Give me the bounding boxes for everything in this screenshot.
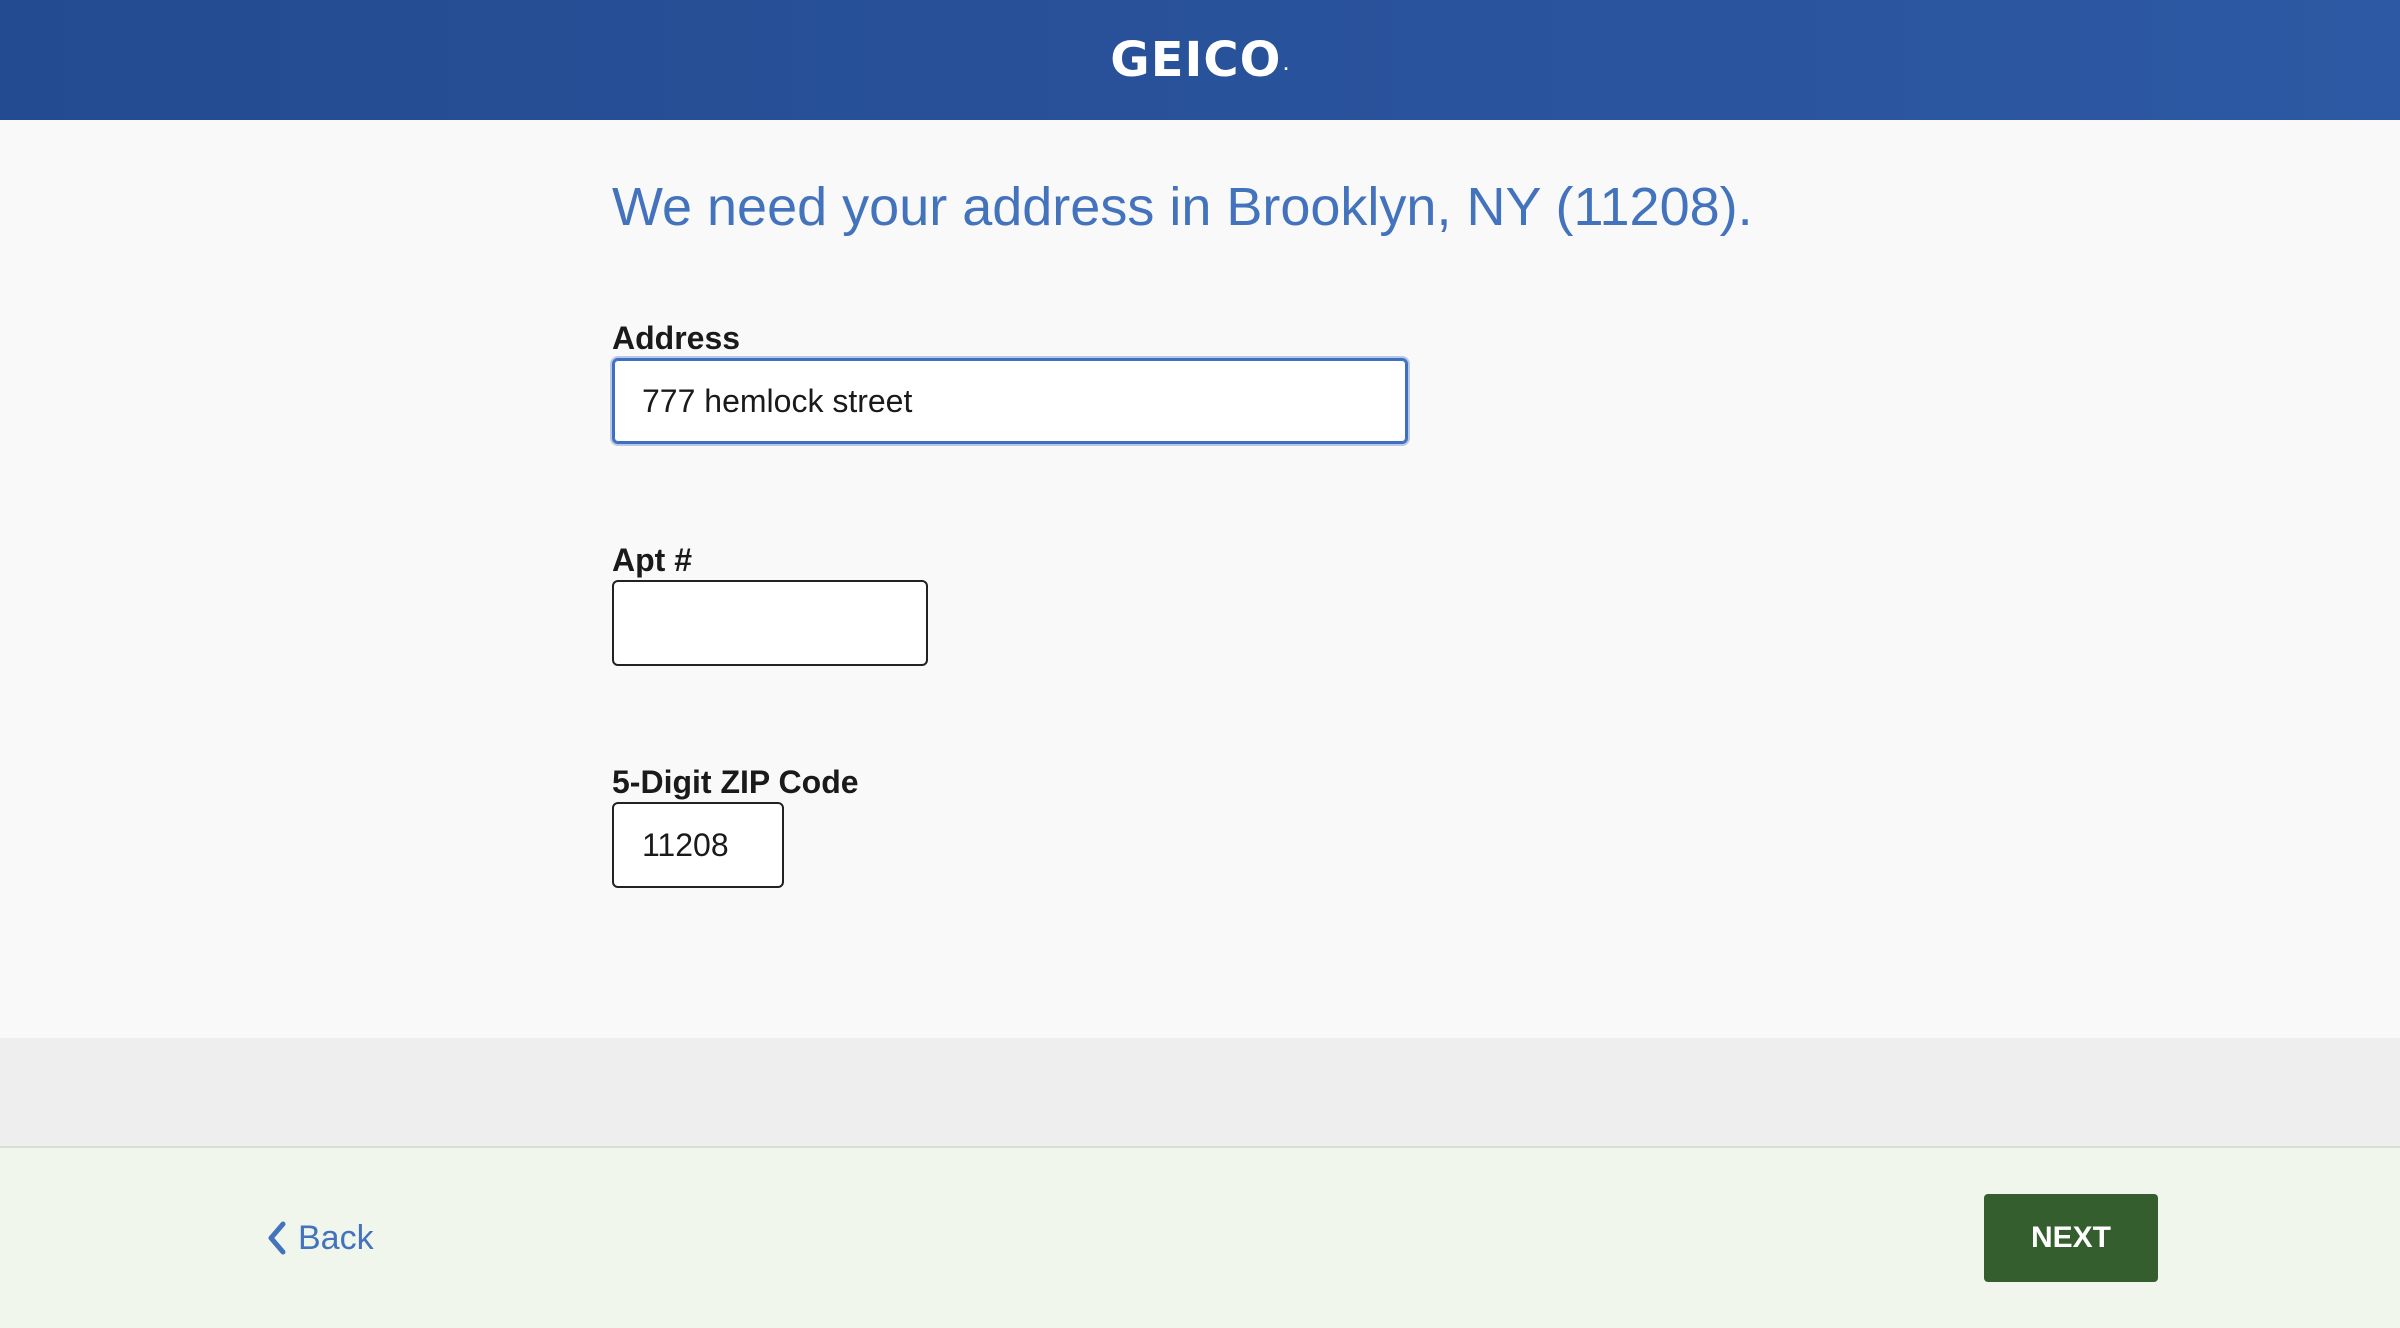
footer-nav: Back NEXT xyxy=(0,1148,2400,1328)
back-label: Back xyxy=(298,1218,374,1257)
zip-input[interactable] xyxy=(612,802,784,888)
zip-field-group: 5-Digit ZIP Code xyxy=(612,766,859,798)
page-title: We need your address in Brooklyn, NY (11… xyxy=(612,177,1753,237)
content-divider-band xyxy=(0,1038,2400,1148)
logo-wordmark: GEICO xyxy=(1110,32,1282,88)
address-form: We need your address in Brooklyn, NY (11… xyxy=(612,177,1912,888)
geico-logo[interactable]: GEICO. xyxy=(0,0,2400,120)
next-button[interactable]: NEXT xyxy=(1984,1194,2158,1282)
chevron-left-icon xyxy=(268,1221,286,1255)
zip-label: 5-Digit ZIP Code xyxy=(612,764,859,800)
header-bar: GEICO. xyxy=(0,0,2400,120)
apt-input[interactable] xyxy=(612,580,928,666)
apt-label: Apt # xyxy=(612,542,692,578)
address-input[interactable] xyxy=(612,358,1408,444)
apt-field-group: Apt # xyxy=(612,544,692,576)
logo-registered-mark: . xyxy=(1283,58,1290,74)
address-field-group: Address xyxy=(612,322,740,354)
address-label: Address xyxy=(612,320,741,356)
main-content: We need your address in Brooklyn, NY (11… xyxy=(0,120,2400,1038)
back-link[interactable]: Back xyxy=(266,1214,374,1262)
